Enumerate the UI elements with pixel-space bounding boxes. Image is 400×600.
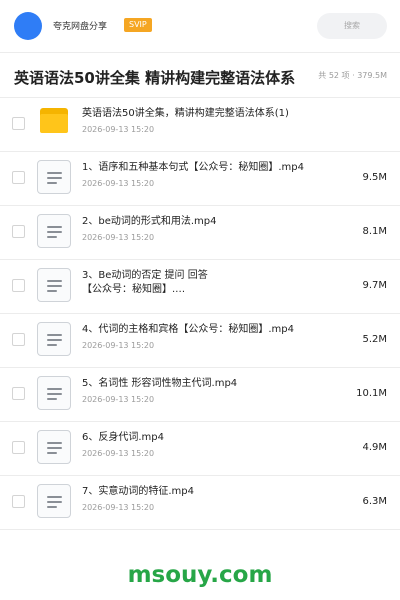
file-name: 6、反身代词.mp4 (82, 432, 164, 443)
row-checkbox[interactable] (12, 387, 25, 400)
folder-title-row: 英语语法50讲全集 精讲构建完整语法体系 共 52 项 · 379.5M (0, 53, 400, 97)
row-checkbox[interactable] (12, 171, 25, 184)
list-item[interactable]: 7、实意动词的特征.mp4 2026-09-13 15:20 6.3M (0, 476, 400, 530)
file-date: 2026-09-13 15:20 (82, 233, 155, 242)
row-checkbox[interactable] (12, 279, 25, 292)
file-date: 2026-09-13 15:20 (82, 125, 155, 134)
user-name: 夸克网盘分享 (53, 22, 108, 32)
file-size: 9.5M (362, 172, 387, 183)
file-name: 2、be动词的形式和用法.mp4 (82, 216, 217, 227)
file-size: 6.3M (362, 496, 387, 507)
file-size: 8.1M (362, 226, 387, 237)
svip-badge: SVIP (124, 18, 152, 32)
avatar[interactable] (14, 12, 42, 40)
file-date: 2026-09-13 15:20 (82, 395, 155, 404)
row-checkbox[interactable] (12, 225, 25, 238)
file-name: 5、名词性 形容词性物主代词.mp4 (82, 378, 238, 389)
list-item[interactable]: 5、名词性 形容词性物主代词.mp4 2026-09-13 15:20 10.1… (0, 368, 400, 422)
file-size: 4.9M (362, 442, 387, 453)
file-size: 5.2M (362, 334, 387, 345)
list-item[interactable]: 1、语序和五种基本句式【公众号：秘知圈】.mp4 2026-09-13 15:2… (0, 152, 400, 206)
file-date: 2026-09-13 15:20 (82, 449, 155, 458)
row-checkbox[interactable] (12, 441, 25, 454)
file-date: 2026-09-13 15:20 (82, 503, 155, 512)
file-name: 3、Be动词的否定 提问 回答【公众号：秘知圈】.… (82, 270, 208, 295)
file-date: 2026-09-13 15:20 (82, 341, 155, 350)
row-checkbox[interactable] (12, 333, 25, 346)
file-name: 4、代词的主格和宾格【公众号：秘知圈】.mp4 (82, 324, 294, 335)
list-item[interactable]: 2、be动词的形式和用法.mp4 2026-09-13 15:20 8.1M (0, 206, 400, 260)
file-name: 英语语法50讲全集，精讲构建完整语法体系(1) (82, 108, 289, 119)
list-item[interactable]: 英语语法50讲全集，精讲构建完整语法体系(1) 2026-09-13 15:20 (0, 98, 400, 152)
list-item[interactable]: 6、反身代词.mp4 2026-09-13 15:20 4.9M (0, 422, 400, 476)
video-file-icon (37, 376, 71, 410)
search-input[interactable]: 搜索 (317, 13, 387, 39)
video-file-icon (37, 322, 71, 356)
brand-watermark: msouy.com (127, 562, 273, 588)
file-name: 7、实意动词的特征.mp4 (82, 486, 194, 497)
folder-icon (40, 108, 68, 133)
list-item[interactable]: 4、代词的主格和宾格【公众号：秘知圈】.mp4 2026-09-13 15:20… (0, 314, 400, 368)
video-file-icon (37, 430, 71, 464)
header: 夸克网盘分享 SVIP 搜索 (0, 0, 400, 52)
video-file-icon (37, 268, 71, 302)
file-name: 1、语序和五种基本句式【公众号：秘知圈】.mp4 (82, 162, 304, 173)
folder-summary: 共 52 项 · 379.5M (318, 71, 387, 80)
list-item[interactable]: 3、Be动词的否定 提问 回答【公众号：秘知圈】.… 9.7M (0, 260, 400, 314)
video-file-icon (37, 160, 71, 194)
video-file-icon (37, 484, 71, 518)
file-date: 2026-09-13 15:20 (82, 179, 155, 188)
file-size: 10.1M (356, 388, 387, 399)
page-title: 英语语法50讲全集 精讲构建完整语法体系 (14, 69, 296, 87)
row-checkbox[interactable] (12, 495, 25, 508)
row-checkbox[interactable] (12, 117, 25, 130)
file-size: 9.7M (362, 280, 387, 291)
video-file-icon (37, 214, 71, 248)
